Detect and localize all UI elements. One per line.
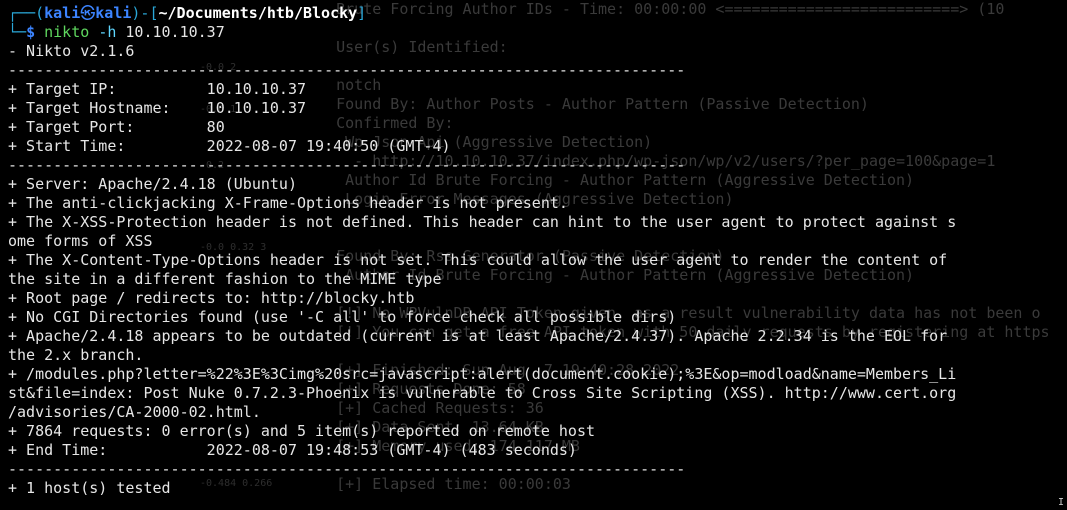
terminal-output[interactable]: ┌──(kali㉿kali)-[~/Documents/htb/Blocky] …	[0, 0, 1067, 510]
output-separator: ----------------------------------------…	[8, 460, 686, 478]
output-line: + No CGI Directories found (use '-C all'…	[8, 308, 677, 326]
output-line: ome forms of XSS	[8, 232, 153, 250]
command-flag: -h	[98, 23, 117, 41]
prompt-host: kali	[95, 4, 132, 22]
output-line: st&file=index: Post Nuke 0.7.2.3-Phoenix…	[8, 384, 957, 402]
output-line: the site in a different fashion to the M…	[8, 270, 442, 288]
prompt-line-top: ┌──(kali㉿kali)-[~/Documents/htb/Blocky]	[8, 4, 366, 23]
output-line: + Apache/2.4.18 appears to be outdated (…	[8, 327, 948, 345]
mouse-cursor-icon: I	[1058, 497, 1065, 508]
output-line: + Server: Apache/2.4.18 (Ubuntu)	[8, 175, 297, 193]
prompt-at-symbol: ㉿	[80, 4, 96, 22]
output-line: the 2.x branch.	[8, 346, 144, 364]
command-name: nikto	[44, 23, 90, 41]
output-separator: ----------------------------------------…	[8, 61, 686, 79]
prompt-path-open: )-[	[131, 4, 159, 22]
output-line: + Target Hostname: 10.10.10.37	[8, 99, 307, 117]
output-line: /advisories/CA-2000-02.html.	[8, 403, 261, 421]
prompt-path: ~/Documents/htb/Blocky	[158, 4, 358, 22]
output-line: + The X-XSS-Protection header is not def…	[8, 213, 957, 231]
output-line: - Nikto v2.1.6	[8, 42, 135, 60]
output-line: + Start Time: 2022-08-07 19:40:50 (GMT-4…	[8, 137, 451, 155]
output-line: + Root page / redirects to: http://block…	[8, 289, 415, 307]
output-line: + Target IP: 10.10.10.37	[8, 80, 307, 98]
output-line: + The anti-clickjacking X-Frame-Options …	[8, 194, 568, 212]
output-line: + /modules.php?letter=%22%3E%3Cimg%20src…	[8, 365, 957, 383]
prompt-path-close: ]	[357, 4, 367, 22]
output-line: + 7864 requests: 0 error(s) and 5 item(s…	[8, 422, 595, 440]
output-separator: ----------------------------------------…	[8, 156, 686, 174]
prompt-corner-top: ┌──(	[8, 4, 45, 22]
prompt-user: kali	[44, 4, 81, 22]
prompt-corner-bottom: └─	[8, 23, 27, 41]
output-line: + The X-Content-Type-Options header is n…	[8, 251, 948, 269]
prompt-dollar: $	[26, 23, 36, 41]
output-line: + 1 host(s) tested	[8, 479, 171, 497]
command-argument: 10.10.10.37	[125, 23, 225, 41]
output-line: + Target Port: 80	[8, 118, 225, 136]
terminal-window[interactable]: Brute Forcing Author IDs - Time: 00:00:0…	[0, 0, 1067, 510]
command-line[interactable]: └─$ nikto -h 10.10.10.37	[8, 23, 225, 42]
output-line: + End Time: 2022-08-07 19:48:53 (GMT-4) …	[8, 441, 577, 459]
